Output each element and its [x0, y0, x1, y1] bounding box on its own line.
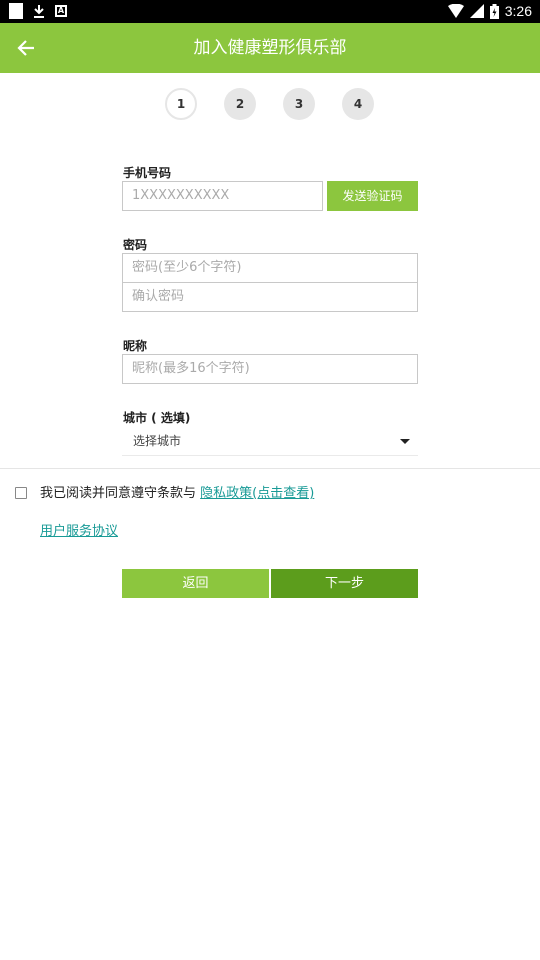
step-2: 2: [224, 88, 256, 120]
page-title: 加入健康塑形俱乐部: [193, 38, 347, 58]
divider: [0, 468, 540, 469]
notification-icons: A: [9, 3, 67, 19]
city-label: 城市 ( 选填): [123, 411, 191, 425]
send-code-button[interactable]: 发送验证码: [327, 181, 418, 211]
next-step-button[interactable]: 下一步: [271, 569, 418, 598]
step-3: 3: [283, 88, 315, 120]
step-1: 1: [165, 88, 197, 120]
nickname-input[interactable]: 昵称(最多16个字符): [122, 354, 418, 384]
dropdown-caret-icon: [400, 439, 410, 444]
arrow-left-icon: [17, 40, 34, 56]
city-select-value: 选择城市: [133, 434, 182, 448]
app-toolbar: 加入健康塑形俱乐部: [0, 23, 540, 73]
back-arrow-button[interactable]: [10, 32, 42, 64]
password-input[interactable]: 密码(至少6个字符): [122, 253, 418, 283]
city-select[interactable]: 选择城市: [122, 426, 418, 456]
agreement-text: 我已阅读并同意遵守条款与 隐私政策(点击查看): [40, 485, 330, 503]
status-bar: A 3:26: [0, 0, 540, 23]
signal-icon: [469, 4, 484, 18]
privacy-policy-link[interactable]: 隐私政策(点击查看): [200, 486, 314, 501]
back-button[interactable]: 返回: [122, 569, 269, 598]
user-service-agreement-link[interactable]: 用户服务协议: [40, 523, 118, 541]
step-indicator: 1 2 3 4: [165, 88, 374, 120]
step-4: 4: [342, 88, 374, 120]
clock-time: 3:26: [504, 3, 532, 19]
notification-square-icon: [9, 3, 23, 19]
system-icons: 3:26: [447, 2, 532, 20]
password-label: 密码: [123, 238, 148, 252]
agreement-statement: 我已阅读并同意遵守条款与: [40, 486, 201, 501]
wifi-icon: [447, 4, 464, 18]
phone-input[interactable]: 1XXXXXXXXXX: [122, 181, 323, 211]
download-icon: [34, 5, 44, 18]
phone-label: 手机号码: [123, 166, 172, 180]
confirm-password-input[interactable]: 确认密码: [122, 282, 418, 312]
agree-checkbox[interactable]: [15, 487, 27, 499]
app-notification-icon: A: [55, 5, 67, 17]
nickname-label: 昵称: [123, 339, 148, 353]
battery-icon: [489, 3, 499, 19]
